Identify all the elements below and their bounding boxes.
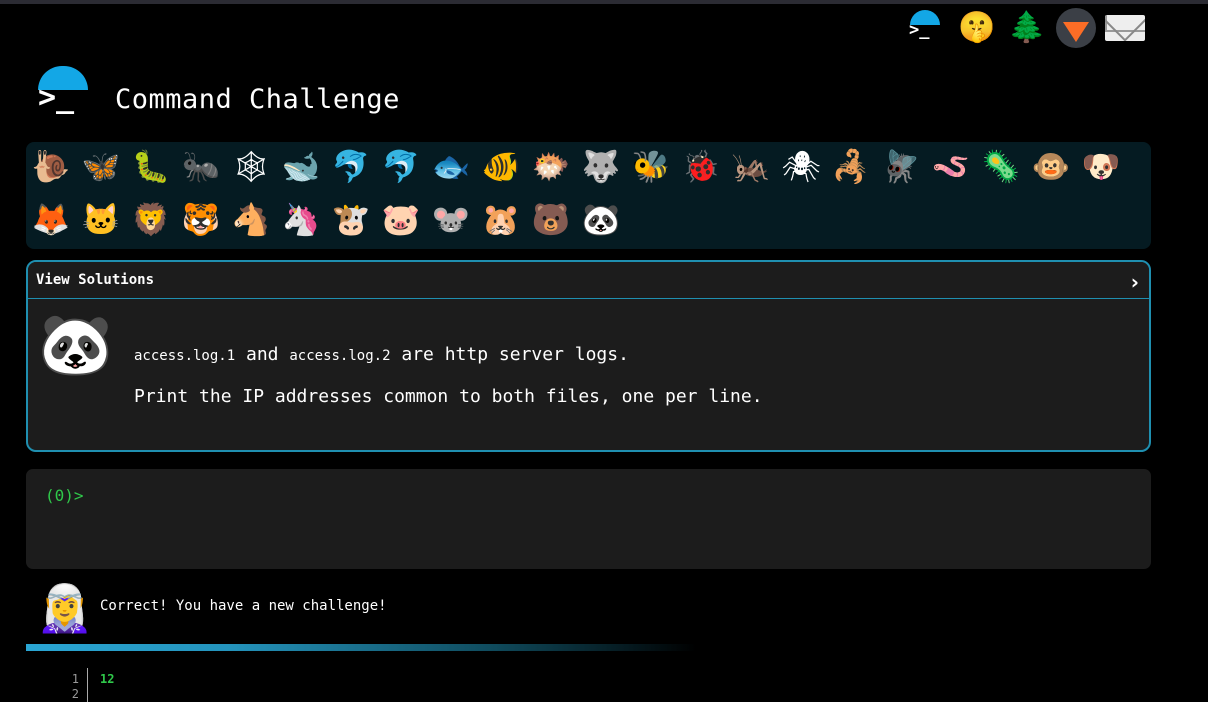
top-icon-bar: >_ 🤫 🌲	[900, 8, 1150, 48]
page-title: Command Challenge	[115, 84, 400, 115]
challenge-description-line2: Print the IP addresses common to both fi…	[134, 386, 763, 407]
challenge-hamster-icon[interactable]: 🐹	[480, 199, 522, 241]
challenge-dolphin-2-icon[interactable]: 🐬	[380, 146, 422, 188]
challenge-spider-icon[interactable]: 🕷	[780, 146, 822, 188]
gitlab-icon[interactable]	[1055, 8, 1097, 48]
description-rest: are http server logs.	[401, 344, 629, 365]
challenge-butterfly-icon[interactable]: 🦋	[80, 146, 122, 188]
view-solutions-label: View Solutions	[36, 272, 155, 288]
challenge-dog-icon[interactable]: 🐶	[1080, 146, 1122, 188]
evergreen-tree-icon[interactable]: 🌲	[1006, 8, 1048, 48]
challenge-spider-web-icon[interactable]: 🕸	[230, 146, 272, 188]
and-word: and	[246, 344, 279, 365]
challenge-cat-icon[interactable]: 🐱	[80, 199, 122, 241]
challenge-snail-icon[interactable]: 🐌	[30, 146, 72, 188]
site-logo[interactable]: >_	[36, 66, 90, 120]
challenge-panda-icon[interactable]: 🐼	[580, 199, 622, 241]
challenge-dolphin-icon[interactable]: 🐬	[330, 146, 372, 188]
challenge-fish-icon[interactable]: 🐟	[430, 146, 472, 188]
challenge-cow-icon[interactable]: 🐮	[330, 199, 372, 241]
challenge-caterpillar-icon[interactable]: 🐛	[130, 146, 172, 188]
challenge-unicorn-icon[interactable]: 🦄	[280, 199, 322, 241]
command-input[interactable]	[86, 483, 1126, 507]
challenge-blowfish-icon[interactable]: 🐡	[530, 146, 572, 188]
terminal-panel[interactable]: (0)>	[26, 469, 1151, 569]
challenge-monkey-icon[interactable]: 🐵	[1030, 146, 1072, 188]
line-number: 1	[71, 672, 79, 686]
challenge-fly-icon[interactable]: 🪰	[880, 146, 922, 188]
panda-avatar-icon: 🐼	[38, 310, 113, 380]
challenge-bee-icon[interactable]: 🐝	[630, 146, 672, 188]
challenge-tiger-icon[interactable]: 🐯	[180, 199, 222, 241]
shushing-face-icon[interactable]: 🤫	[956, 8, 998, 48]
output-line: 12	[100, 672, 115, 686]
view-solutions-toggle[interactable]: View Solutions ›	[28, 262, 1149, 299]
challenge-worm-icon[interactable]: 🪱	[930, 146, 972, 188]
challenge-description-line1: access.log.1 and access.log.2 are http s…	[134, 344, 629, 365]
challenge-whale-icon[interactable]: 🐋	[280, 146, 322, 188]
challenge-ladybug-icon[interactable]: 🐞	[680, 146, 722, 188]
challenge-tropical-fish-icon[interactable]: 🐠	[480, 146, 522, 188]
envelope-icon[interactable]	[1104, 8, 1146, 48]
line-number-gutter: 1 2	[26, 668, 88, 702]
challenge-wolf-icon[interactable]: 🐺	[580, 146, 622, 188]
output-panel: 1 2 12	[26, 668, 626, 702]
challenge-lion-icon[interactable]: 🦁	[130, 199, 172, 241]
challenge-scorpion-icon[interactable]: 🦂	[830, 146, 872, 188]
challenge-microbe-icon[interactable]: 🦠	[980, 146, 1022, 188]
challenge-ant-icon[interactable]: 🐜	[180, 146, 222, 188]
terminal-logo-icon[interactable]: >_	[904, 8, 946, 48]
elf-avatar-icon: 🧝‍♀️	[36, 581, 94, 635]
challenge-animal-strip: 🐌 🦋 🐛 🐜 🕸 🐋 🐬 🐬 🐟 🐠 🐡 🐺 🐝 🐞 🦗 🕷 🦂 🪰 🪱 🦠 🐵 🐶 🦊 🐱 🦁 🐯 🐴 🦄 🐮 🐷 🐭 🐹 🐻 🐼	[26, 142, 1151, 249]
challenge-cricket-icon[interactable]: 🦗	[730, 146, 772, 188]
line-number: 2	[71, 687, 79, 701]
logo-prompt-glyph: >_	[38, 80, 75, 115]
challenge-horse-icon[interactable]: 🐴	[230, 199, 272, 241]
chevron-right-icon[interactable]: ›	[1131, 270, 1139, 294]
challenge-pig-icon[interactable]: 🐷	[380, 199, 422, 241]
challenge-bear-icon[interactable]: 🐻	[530, 199, 572, 241]
file-name-1: access.log.1	[134, 348, 236, 364]
status-progress-bar	[26, 644, 696, 651]
status-message: Correct! You have a new challenge!	[100, 598, 387, 614]
challenge-fox-icon[interactable]: 🦊	[30, 199, 72, 241]
challenge-mouse-icon[interactable]: 🐭	[430, 199, 472, 241]
window-top-border	[0, 0, 1208, 4]
terminal-prompt: (0)>	[45, 486, 84, 505]
challenge-panel: View Solutions › 🐼 access.log.1 and acce…	[26, 260, 1151, 452]
status-progress-fill	[26, 644, 696, 651]
file-name-2: access.log.2	[289, 348, 391, 364]
